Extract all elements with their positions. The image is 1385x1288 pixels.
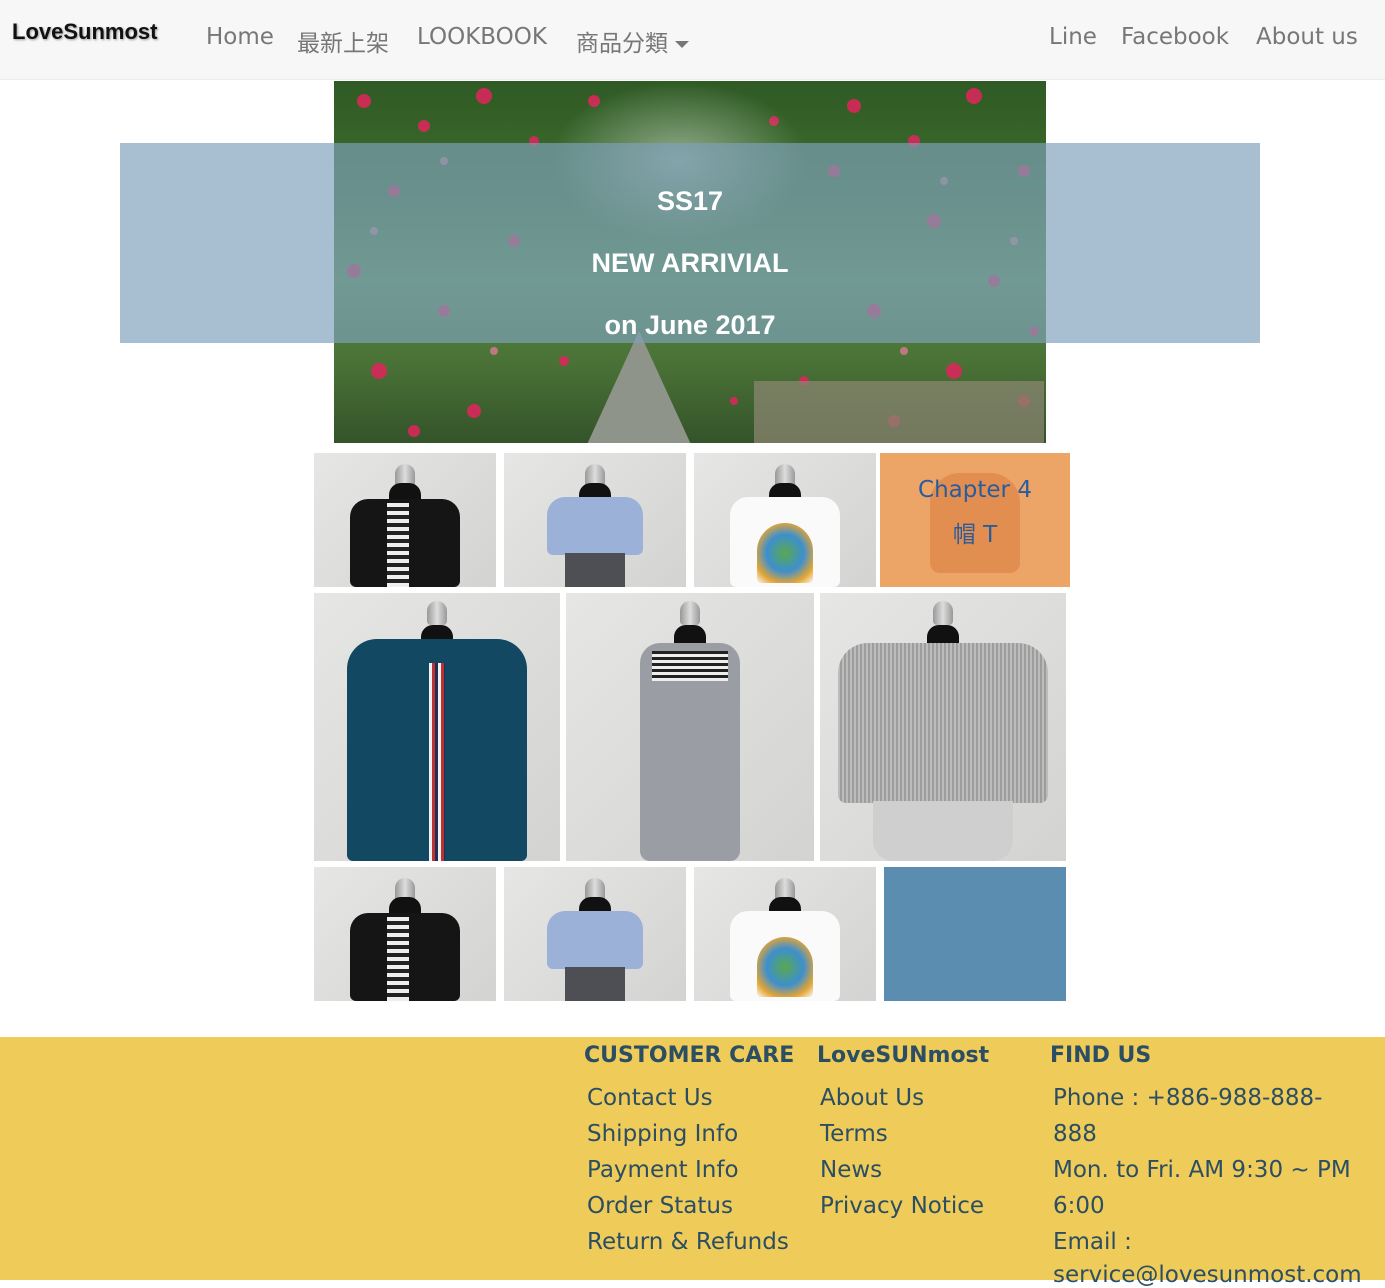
- nav-line[interactable]: Line: [1049, 24, 1097, 50]
- nav-new-arrivals[interactable]: 最新上架: [297, 24, 389, 58]
- grey-skirt: [565, 553, 625, 587]
- footer-link-terms[interactable]: Terms: [820, 1121, 888, 1147]
- footer-email-address[interactable]: service@lovesunmost.com: [1053, 1262, 1362, 1288]
- nav-categories-label: 商品分類: [576, 31, 668, 57]
- product-tile-teal-shirt[interactable]: [314, 593, 560, 861]
- striped-panel: [652, 651, 728, 681]
- footer-link-privacy-notice[interactable]: Privacy Notice: [820, 1193, 984, 1219]
- product-tile-striped-top[interactable]: [820, 593, 1066, 861]
- grey-skirt: [565, 967, 625, 1001]
- blue-placeholder-tile[interactable]: [884, 867, 1066, 1001]
- brand-logo[interactable]: LoveSunmost: [12, 19, 157, 45]
- hero-line-2: NEW ARRIVIAL: [591, 248, 789, 278]
- footer-link-contact-us[interactable]: Contact Us: [587, 1085, 713, 1111]
- footer-link-shipping-info[interactable]: Shipping Info: [587, 1121, 738, 1147]
- striped-top-hem: [873, 801, 1013, 861]
- nav-facebook[interactable]: Facebook: [1121, 24, 1229, 50]
- footer-email-label: Email :: [1053, 1229, 1132, 1255]
- hero-line-1: SS17: [656, 186, 724, 216]
- footer-link-news[interactable]: News: [820, 1157, 882, 1183]
- footer-link-about-us[interactable]: About Us: [820, 1085, 924, 1111]
- footer-link-order-status[interactable]: Order Status: [587, 1193, 733, 1219]
- striped-scarf: [387, 503, 409, 587]
- mannequin-head: [680, 601, 700, 626]
- mannequin-head: [427, 601, 447, 626]
- product-tile-blue-blouse[interactable]: [504, 453, 686, 587]
- footer-heading-find-us: FIND US: [1050, 1043, 1152, 1068]
- garden-path: [584, 331, 694, 443]
- striped-scarf: [387, 917, 409, 1001]
- product-tile-black-tee[interactable]: [314, 453, 496, 587]
- tree-print: [757, 523, 813, 583]
- footer-heading-customer-care: CUSTOMER CARE: [584, 1043, 795, 1068]
- footer-hours-line-1: Mon. to Fri. AM 9:30 ~ PM: [1053, 1157, 1351, 1183]
- product-tile-black-tee-2[interactable]: [314, 867, 496, 1001]
- hero-line-3: on June 2017: [604, 310, 776, 340]
- product-tile-blue-blouse-2[interactable]: [504, 867, 686, 1001]
- footer-phone-line-1: Phone : +886-988-888-: [1053, 1085, 1323, 1111]
- chapter-title: Chapter 4: [918, 477, 1032, 503]
- product-tile-tree-tee[interactable]: [694, 453, 876, 587]
- product-tile-grey-dress[interactable]: [566, 593, 814, 861]
- product-tile-tree-tee-2[interactable]: [694, 867, 876, 1001]
- footer-link-payment-info[interactable]: Payment Info: [587, 1157, 739, 1183]
- footer-heading-lovesunmost: LoveSUNmost: [817, 1043, 990, 1068]
- mannequin-head: [933, 601, 953, 626]
- footer-link-return-refunds[interactable]: Return & Refunds: [587, 1229, 789, 1255]
- stone-wall: [754, 381, 1044, 443]
- caret-down-icon: [675, 41, 689, 48]
- nav-lookbook[interactable]: LOOKBOOK: [417, 24, 547, 50]
- striped-tie: [429, 663, 445, 861]
- grey-striped-top-garment: [838, 643, 1048, 803]
- chapter-subtitle: 帽 T: [952, 522, 998, 548]
- footer-phone-line-2: 888: [1053, 1121, 1097, 1147]
- top-navbar: LoveSunmost Home 最新上架 LOOKBOOK 商品分類 Line…: [0, 0, 1385, 80]
- footer-hours-line-2: 6:00: [1053, 1193, 1105, 1219]
- nav-about-us[interactable]: About us: [1256, 24, 1358, 50]
- nav-categories-dropdown[interactable]: 商品分類: [576, 24, 689, 58]
- tree-print: [757, 937, 813, 997]
- blue-blouse-garment: [547, 911, 643, 969]
- chapter-4-tile[interactable]: Chapter 4 帽 T: [880, 453, 1070, 587]
- blue-blouse-garment: [547, 497, 643, 555]
- nav-home[interactable]: Home: [206, 24, 274, 50]
